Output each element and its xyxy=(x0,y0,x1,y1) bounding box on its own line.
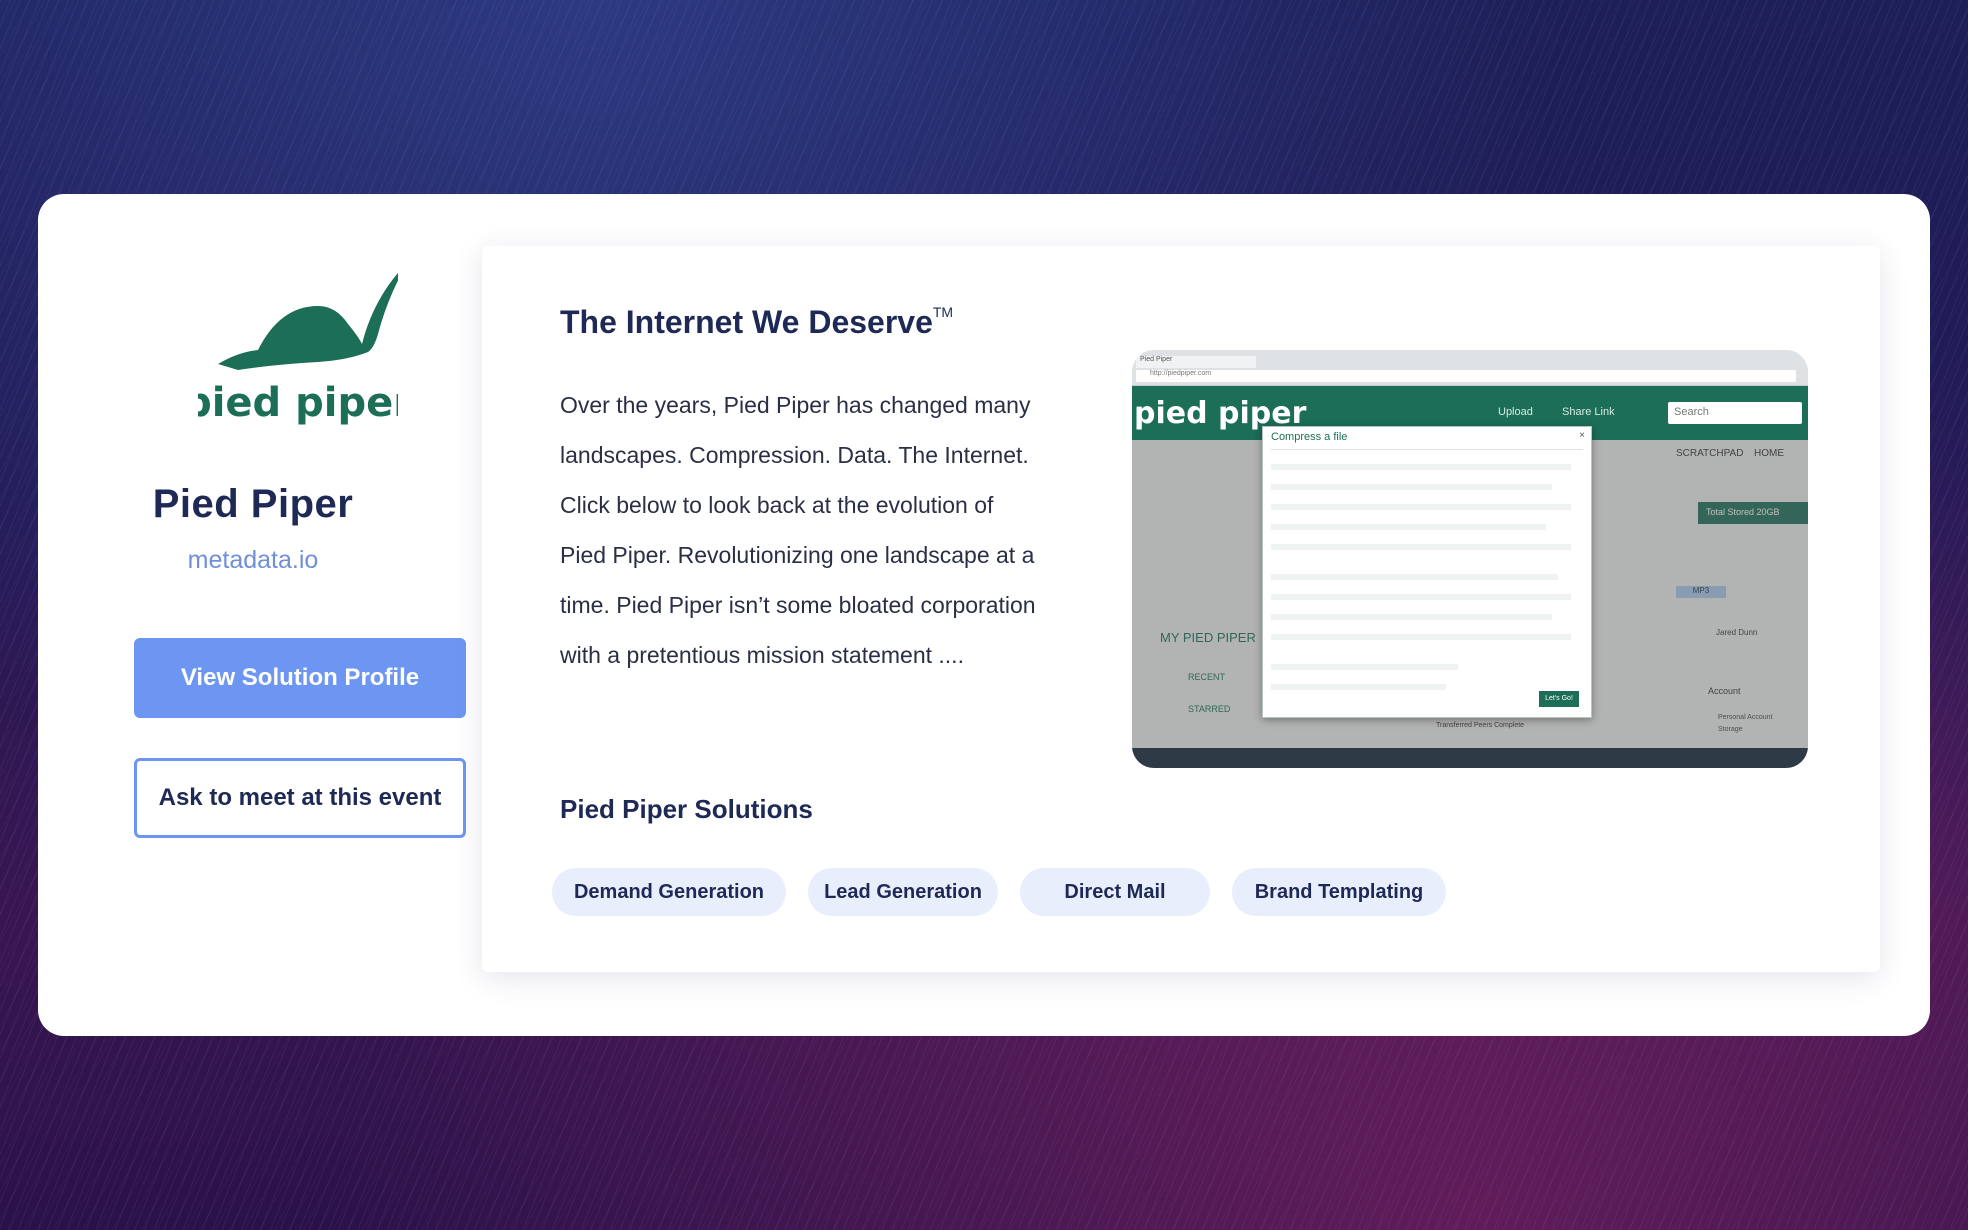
trademark-mark: TM xyxy=(932,304,954,320)
browser-tab: Pied Piper xyxy=(1136,356,1256,368)
solution-card: pied piper Pied Piper metadata.io View S… xyxy=(38,194,1930,1036)
about-panel: The Internet We DeserveTM Over the years… xyxy=(482,246,1880,972)
pied-piper-logo: pied piper xyxy=(198,272,398,426)
settings-row xyxy=(1271,684,1446,690)
solution-tag[interactable]: Lead Generation xyxy=(808,868,998,916)
solution-tags: Demand Generation Lead Generation Direct… xyxy=(552,868,1752,916)
lets-go-button: Let's Go! xyxy=(1539,691,1579,707)
about-headline: The Internet We DeserveTM xyxy=(560,304,953,341)
share-link: Share Link xyxy=(1562,406,1615,418)
company-sidebar: pied piper Pied Piper metadata.io View S… xyxy=(86,194,466,1036)
settings-row xyxy=(1271,614,1552,620)
view-solution-profile-button[interactable]: View Solution Profile xyxy=(134,638,466,718)
settings-row xyxy=(1271,524,1546,530)
upload-link: Upload xyxy=(1498,406,1533,418)
browser-chrome: Pied Piper http://piedpiper.com xyxy=(1132,350,1808,386)
dialog-settings xyxy=(1271,449,1583,709)
headline-text: The Internet We Deserve xyxy=(560,304,933,340)
settings-row xyxy=(1271,574,1559,580)
product-screenshot[interactable]: Pied Piper http://piedpiper.com pied pip… xyxy=(1132,350,1808,768)
settings-row xyxy=(1271,544,1571,550)
solutions-title: Pied Piper Solutions xyxy=(560,794,813,824)
about-description: Over the years, Pied Piper has changed m… xyxy=(560,392,1036,668)
solution-tag[interactable]: Direct Mail xyxy=(1020,868,1210,916)
settings-row xyxy=(1271,634,1571,640)
close-icon: × xyxy=(1579,430,1585,441)
taskbar xyxy=(1132,748,1808,768)
settings-row xyxy=(1271,594,1571,600)
company-name: Pied Piper xyxy=(152,482,354,526)
solution-tag[interactable]: Brand Templating xyxy=(1232,868,1446,916)
dialog-title: Compress a file xyxy=(1271,431,1348,443)
settings-row xyxy=(1271,484,1552,490)
solution-tag[interactable]: Demand Generation xyxy=(552,868,786,916)
settings-row xyxy=(1271,464,1571,470)
company-domain-link[interactable]: metadata.io xyxy=(86,546,420,575)
ask-to-meet-button[interactable]: Ask to meet at this event xyxy=(134,758,466,838)
svg-text:pied piper: pied piper xyxy=(198,380,398,426)
app-search-field: Search xyxy=(1668,402,1802,424)
compress-dialog: Compress a file × Let's Go! xyxy=(1262,426,1592,718)
settings-row xyxy=(1271,504,1571,510)
settings-row xyxy=(1271,664,1459,670)
browser-url: http://piedpiper.com xyxy=(1136,370,1796,382)
